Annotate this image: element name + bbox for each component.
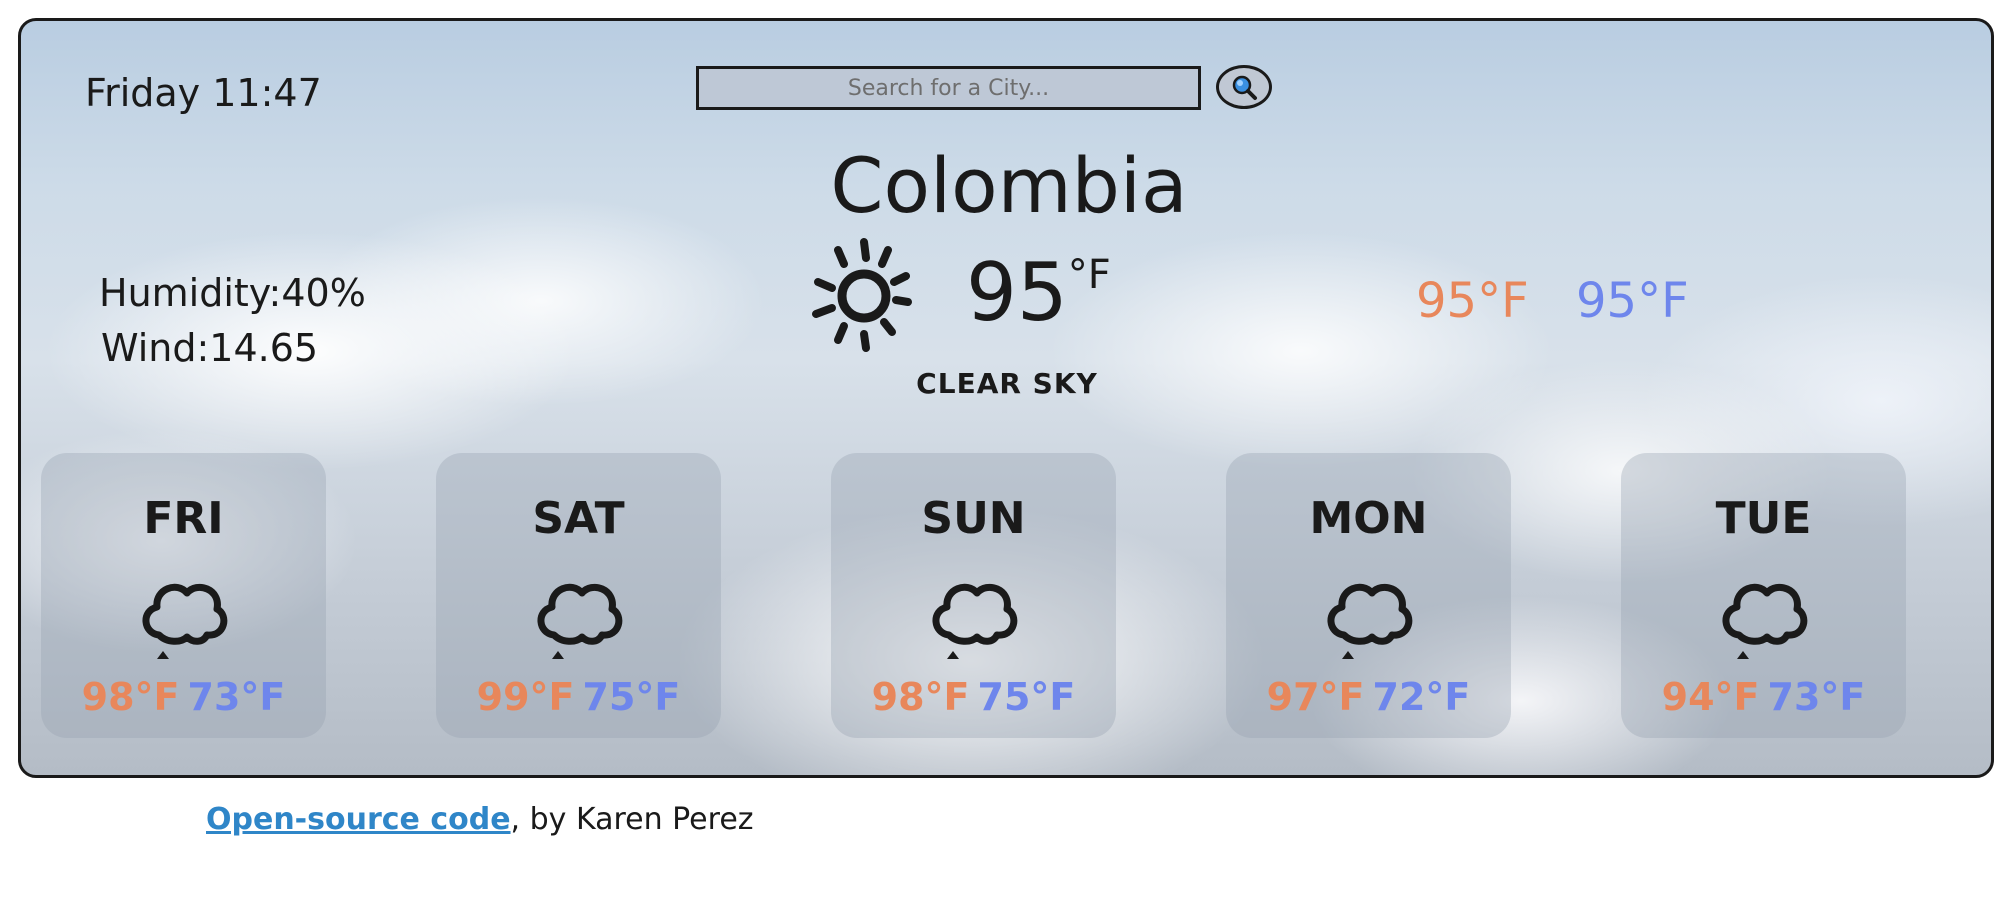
forecast-temps: 94°F 73°F [1621, 675, 1906, 719]
forecast-card-tue: TUE 94°F 73°F [1621, 453, 1906, 738]
forecast-low: 72°F [1372, 675, 1471, 719]
footer-credit: Open-source code, by Karen Perez [206, 802, 754, 837]
forecast-card-fri: FRI 98°F 73°F [41, 453, 326, 738]
forecast-day: MON [1309, 493, 1428, 544]
forecast-low: 75°F [977, 675, 1076, 719]
cloud-icon [1327, 583, 1413, 659]
forecast-day: TUE [1715, 493, 1812, 544]
forecast-high: 98°F [81, 675, 180, 719]
cloud-icon [932, 583, 1018, 659]
forecast-day: FRI [143, 493, 224, 544]
forecast-low: 73°F [1767, 675, 1866, 719]
current-temperature-value: 95 [966, 246, 1068, 339]
current-high-temp: 95°F [1416, 273, 1529, 329]
forecast-temps: 98°F 73°F [41, 675, 326, 719]
wind-reading: Wind:14.65 [101, 326, 319, 370]
cloud-icon [142, 583, 228, 659]
forecast-high: 98°F [871, 675, 970, 719]
forecast-temps: 97°F 72°F [1226, 675, 1511, 719]
forecast-temps: 99°F 75°F [436, 675, 721, 719]
date-time: Friday 11:47 [85, 71, 322, 115]
forecast-temps: 98°F 75°F [831, 675, 1116, 719]
forecast-high: 99°F [476, 675, 575, 719]
cloud-icon [1722, 583, 1808, 659]
weather-description-text: CLEAR SKY [916, 367, 1098, 400]
current-temperature: 95°F [966, 246, 1111, 339]
sun-icon [812, 238, 912, 352]
forecast-low: 75°F [582, 675, 681, 719]
weather-description: CLEAR SKY [21, 367, 1991, 400]
forecast-high: 97°F [1266, 675, 1365, 719]
author-credit: , by Karen Perez [510, 802, 754, 837]
forecast-card-sat: SAT 99°F 75°F [436, 453, 721, 738]
forecast-card-mon: MON 97°F 72°F [1226, 453, 1511, 738]
temperature-unit: °F [1067, 252, 1111, 298]
search-button[interactable] [1216, 65, 1272, 109]
weather-card: Friday 11:47 Colombia 95°F CLEAR SKY Hum… [18, 18, 1994, 778]
forecast-day: SUN [921, 493, 1026, 544]
current-low-temp: 95°F [1576, 273, 1689, 329]
city-name: Colombia [830, 141, 1188, 230]
forecast-low: 73°F [187, 675, 286, 719]
forecast-card-sun: SUN 98°F 75°F [831, 453, 1116, 738]
forecast-high: 94°F [1661, 675, 1760, 719]
humidity-reading: Humidity:40% [99, 271, 366, 315]
magnifier-icon [1232, 75, 1257, 100]
open-source-link[interactable]: Open-source code [206, 802, 511, 837]
cloud-icon [537, 583, 623, 659]
city-search-input[interactable] [696, 66, 1201, 110]
forecast-day: SAT [532, 493, 625, 544]
